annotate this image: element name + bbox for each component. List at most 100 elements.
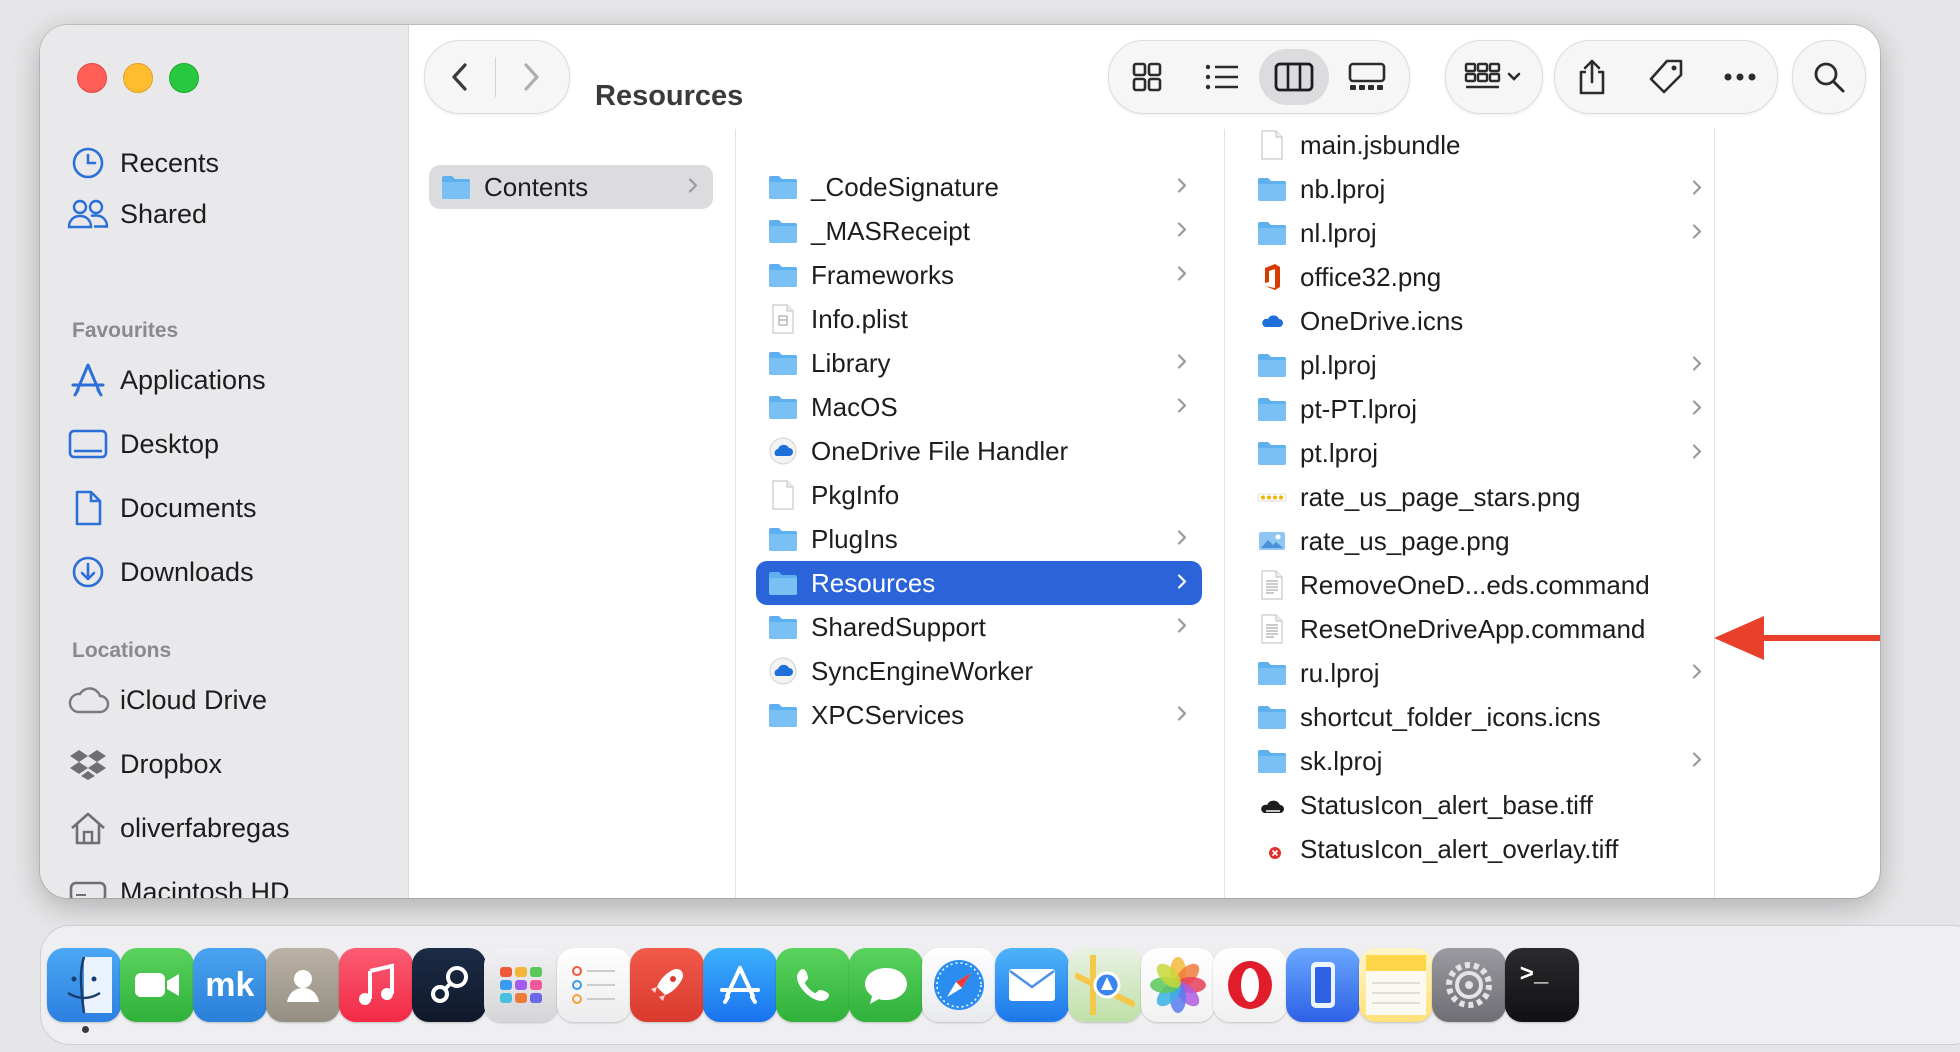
- settings-icon[interactable]: [1432, 948, 1507, 1022]
- file-row[interactable]: SyncEngineWorker: [756, 649, 1202, 693]
- file-name: office32.png: [1300, 261, 1442, 292]
- folder-icon: [768, 260, 798, 290]
- file-row[interactable]: shortcut_folder_icons.icns: [1245, 695, 1717, 739]
- onedrive-app-icon: [768, 656, 798, 686]
- file-name: StatusIcon_alert_base.tiff: [1300, 789, 1593, 820]
- tag-button[interactable]: [1629, 41, 1703, 113]
- back-button[interactable]: [425, 41, 495, 113]
- list-view-button[interactable]: [1184, 41, 1259, 113]
- file-row[interactable]: MacOS: [756, 385, 1202, 429]
- file-row[interactable]: pl.lproj: [1245, 343, 1717, 387]
- file-row[interactable]: _CodeSignature: [756, 165, 1202, 209]
- file-name: Resources: [811, 567, 936, 598]
- desktop-icon: [66, 422, 110, 466]
- maps-icon[interactable]: [1067, 948, 1142, 1022]
- icon-view-button[interactable]: [1109, 41, 1184, 113]
- file-name: Library: [811, 347, 891, 378]
- folder-icon: [768, 172, 798, 202]
- file-row[interactable]: pt.lproj: [1245, 431, 1717, 475]
- sidebar-item-documents[interactable]: Documents: [66, 482, 257, 534]
- sidebar-item-desktop[interactable]: Desktop: [66, 418, 219, 470]
- file-row[interactable]: XPCServices: [756, 693, 1202, 737]
- file-name: OneDrive.icns: [1300, 305, 1464, 336]
- file-row[interactable]: _MASReceipt: [756, 209, 1202, 253]
- safari-icon[interactable]: [921, 948, 996, 1022]
- search-button[interactable]: [1792, 40, 1866, 114]
- file-row[interactable]: PkgInfo: [756, 473, 1202, 517]
- file-row[interactable]: SharedSupport: [756, 605, 1202, 649]
- file-row[interactable]: RemoveOneD...eds.command: [1245, 563, 1717, 607]
- file-row[interactable]: nl.lproj: [1245, 211, 1717, 255]
- file-row[interactable]: rate_us_page.png: [1245, 519, 1717, 563]
- more-button[interactable]: [1703, 41, 1777, 113]
- file-row[interactable]: Info.plist: [756, 297, 1202, 341]
- phone-icon[interactable]: [776, 948, 850, 1022]
- sidebar-item-recents[interactable]: Recents: [66, 137, 219, 189]
- terminal-icon[interactable]: >_: [1505, 948, 1579, 1022]
- iphone-mirroring-icon[interactable]: [1286, 948, 1361, 1022]
- sidebar-item-label: iCloud Drive: [120, 684, 268, 715]
- list-icon: [1205, 64, 1238, 90]
- launchpad-icon[interactable]: [484, 948, 559, 1022]
- window-title: Resources: [595, 80, 744, 112]
- folder-icon: [1257, 350, 1287, 380]
- forward-button[interactable]: [496, 41, 566, 113]
- file-row[interactable]: sk.lproj: [1245, 739, 1717, 783]
- folder-icon: [768, 392, 798, 422]
- sidebar-item-shared[interactable]: Shared: [66, 188, 207, 240]
- file-row[interactable]: main.jsbundle: [1245, 129, 1717, 167]
- notes-icon[interactable]: [1359, 948, 1434, 1022]
- messages-icon[interactable]: [848, 948, 923, 1022]
- appstore-icon[interactable]: [703, 948, 778, 1022]
- facetime-icon[interactable]: [119, 948, 194, 1022]
- finder-icon[interactable]: [47, 948, 121, 1022]
- sidebar-item-downloads[interactable]: Downloads: [66, 546, 254, 598]
- file-row[interactable]: Resources: [756, 561, 1202, 605]
- file-row[interactable]: PlugIns: [756, 517, 1202, 561]
- file-row[interactable]: StatusIcon_alert_base.tiff: [1245, 783, 1717, 827]
- file-row[interactable]: Library: [756, 341, 1202, 385]
- sidebar-item-dropbox[interactable]: Dropbox: [66, 738, 222, 790]
- file-row[interactable]: StatusIcon_alert_overlay.tiff: [1245, 827, 1717, 871]
- file-row[interactable]: Frameworks: [756, 253, 1202, 297]
- sidebar-item-macintosh-hd[interactable]: Macintosh HD: [66, 866, 290, 898]
- file-row[interactable]: ru.lproj: [1245, 651, 1717, 695]
- gallery-view-button[interactable]: [1329, 41, 1404, 113]
- opera-icon[interactable]: [1213, 948, 1288, 1022]
- file-name: shortcut_folder_icons.icns: [1300, 701, 1601, 732]
- zoom-window-button[interactable]: [169, 63, 199, 93]
- close-window-button[interactable]: [77, 63, 107, 93]
- steam-icon[interactable]: [411, 948, 486, 1022]
- photos-icon[interactable]: [1140, 948, 1215, 1022]
- applications-icon: [66, 358, 110, 402]
- share-button[interactable]: [1555, 41, 1629, 113]
- file-row[interactable]: Contents: [429, 165, 713, 209]
- mail-icon[interactable]: [994, 948, 1069, 1022]
- mk-icon[interactable]: mk: [192, 948, 267, 1022]
- contacts-icon[interactable]: [265, 948, 340, 1022]
- group-by-button[interactable]: [1445, 40, 1543, 114]
- sidebar-item-label: Recents: [120, 147, 220, 178]
- file-name: MacOS: [811, 391, 898, 422]
- chevron-right-icon: [1691, 174, 1703, 205]
- sidebar-item-icloud-drive[interactable]: iCloud Drive: [66, 674, 267, 726]
- chevron-right-icon: [1176, 348, 1188, 379]
- sidebar-item-home[interactable]: oliverfabregas: [66, 802, 290, 854]
- reminders-icon[interactable]: [557, 948, 632, 1022]
- sidebar-item-applications[interactable]: Applications: [66, 354, 266, 406]
- file-row[interactable]: OneDrive.icns: [1245, 299, 1717, 343]
- minimize-window-button[interactable]: [123, 63, 153, 93]
- file-row[interactable]: OneDrive File Handler: [756, 429, 1202, 473]
- file-row[interactable]: ResetOneDriveApp.command: [1245, 607, 1717, 651]
- rocket-icon[interactable]: [630, 948, 705, 1022]
- file-row[interactable]: rate_us_page_stars.png: [1245, 475, 1717, 519]
- file-name: pt-PT.lproj: [1300, 393, 1418, 424]
- file-name: PkgInfo: [811, 479, 900, 510]
- music-icon[interactable]: [338, 948, 413, 1022]
- column-view-button[interactable]: [1259, 49, 1329, 105]
- file-row[interactable]: nb.lproj: [1245, 167, 1717, 211]
- file-row[interactable]: pt-PT.lproj: [1245, 387, 1717, 431]
- file-row[interactable]: office32.png: [1245, 255, 1717, 299]
- folder-icon: [768, 612, 798, 642]
- column-1: Contents: [409, 129, 775, 898]
